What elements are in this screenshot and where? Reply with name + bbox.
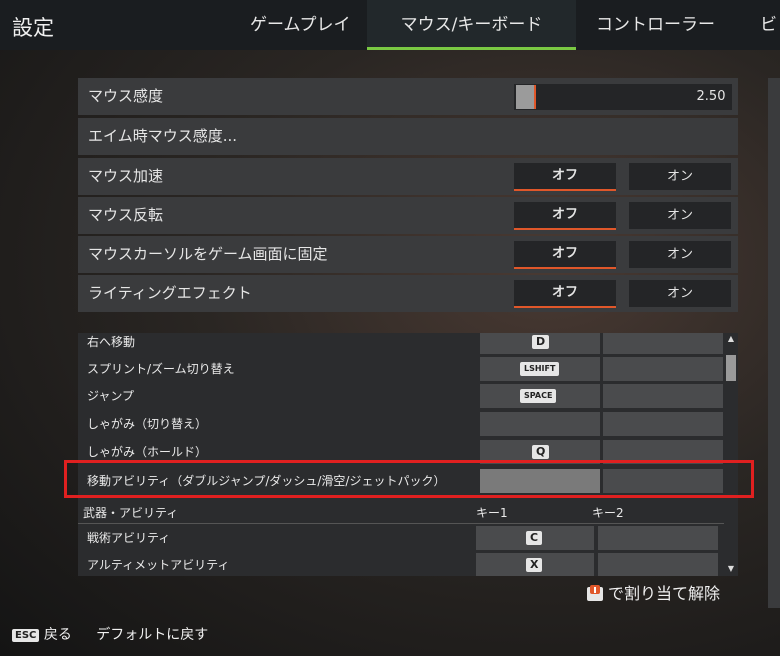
mouse-acceleration-on-button[interactable]: オン <box>629 163 731 190</box>
unbind-hint-text: で割り当て解除 <box>608 584 721 603</box>
keybind-row: アルティメットアビリティ X <box>78 552 724 576</box>
slider-handle[interactable] <box>516 85 536 109</box>
keybind-label: ジャンプ <box>87 389 135 403</box>
keybind-row: しゃがみ（切り替え） <box>78 411 724 437</box>
right-panel-edge <box>768 78 780 608</box>
keybind-key1-cell[interactable]: C <box>476 526 594 550</box>
top-bar: 設定 ゲームプレイ マウス/キーボード コントローラー ビ <box>0 0 780 50</box>
mouse-acceleration-row: マウス加速 オフ オン <box>78 158 738 195</box>
keybind-key2-cell[interactable] <box>603 333 723 354</box>
mouse-button-icon <box>587 585 603 601</box>
keybind-row: 戦術アビリティ C <box>78 525 724 551</box>
cursor-lock-label: マウスカーソルをゲーム画面に固定 <box>88 245 328 263</box>
keybind-key1-cell[interactable]: LSHIFT <box>480 357 600 381</box>
tab-video-partial[interactable]: ビ <box>760 0 777 50</box>
reset-defaults-button[interactable]: デフォルトに戻す <box>96 627 208 643</box>
cursor-lock-on-button[interactable]: オン <box>629 241 731 268</box>
mouse-invert-label: マウス反転 <box>88 206 164 224</box>
footer: ESC 戻る デフォルトに戻す <box>12 624 208 644</box>
keybind-row: ジャンプ SPACE <box>78 383 724 409</box>
key-cap: X <box>526 558 543 572</box>
key1-column-header: キー1 <box>476 506 508 520</box>
back-button[interactable]: 戻る <box>44 627 72 643</box>
mouse-sensitivity-label: マウス感度 <box>88 87 164 105</box>
keybind-row: スプリント/ズーム切り替え LSHIFT <box>78 356 724 382</box>
keybind-key2-cell[interactable] <box>603 412 723 436</box>
key-cap: C <box>526 531 543 545</box>
keybind-label: 右へ移動 <box>87 335 136 349</box>
ads-sensitivity-label: エイム時マウス感度... <box>88 127 238 145</box>
mouse-invert-row: マウス反転 オフ オン <box>78 197 738 234</box>
highlight-box <box>64 460 754 498</box>
keybind-key1-cell[interactable]: D <box>480 333 600 354</box>
keybind-key1-cell[interactable]: X <box>476 553 594 576</box>
lighting-effects-off-button[interactable]: オフ <box>514 280 616 308</box>
mouse-acceleration-label: マウス加速 <box>88 167 164 185</box>
keybind-key2-cell[interactable] <box>598 526 718 550</box>
mouse-acceleration-off-button[interactable]: オフ <box>514 163 616 191</box>
scroll-up-arrow-icon[interactable]: ▲ <box>726 334 736 344</box>
tab-mouse-keyboard[interactable]: マウス/キーボード <box>367 0 576 50</box>
keybind-label: アルティメットアビリティ <box>87 558 230 572</box>
scrollbar-thumb[interactable] <box>726 355 736 381</box>
page-title: 設定 <box>12 16 54 40</box>
keybind-section-header: 武器・アビリティ キー1 キー2 <box>78 503 724 524</box>
scroll-down-arrow-icon[interactable]: ▼ <box>726 564 736 574</box>
keybind-key1-cell[interactable]: SPACE <box>480 384 600 408</box>
cursor-lock-row: マウスカーソルをゲーム画面に固定 オフ オン <box>78 236 738 273</box>
mouse-invert-off-button[interactable]: オフ <box>514 202 616 230</box>
key-cap: SPACE <box>520 389 557 403</box>
keybind-key1-cell[interactable] <box>480 412 600 436</box>
keybind-label: しゃがみ（切り替え） <box>87 417 208 431</box>
keybind-key2-cell[interactable] <box>603 384 723 408</box>
key-cap: D <box>532 335 550 349</box>
section-title: 武器・アビリティ <box>83 506 179 520</box>
keybind-key2-cell[interactable] <box>603 357 723 381</box>
keybind-key2-cell[interactable] <box>598 553 718 576</box>
unbind-hint: で割り当て解除 <box>586 580 720 604</box>
lighting-effects-label: ライティングエフェクト <box>88 284 252 302</box>
tab-gameplay[interactable]: ゲームプレイ <box>250 0 350 50</box>
lighting-effects-on-button[interactable]: オン <box>629 280 731 307</box>
keybind-row: 右へ移動 D <box>78 333 724 355</box>
cursor-lock-off-button[interactable]: オフ <box>514 241 616 269</box>
key-cap: Q <box>532 445 550 459</box>
keybind-label: 戦術アビリティ <box>87 531 171 545</box>
tab-controller[interactable]: コントローラー <box>596 0 715 50</box>
keybind-label: スプリント/ズーム切り替え <box>87 362 235 376</box>
keybind-scrollbar[interactable]: ▲ ▼ <box>724 333 738 576</box>
lighting-effects-row: ライティングエフェクト オフ オン <box>78 275 738 312</box>
mouse-sensitivity-value[interactable]: 2.50 <box>690 84 732 110</box>
mouse-invert-on-button[interactable]: オン <box>629 202 731 229</box>
ads-sensitivity-row[interactable]: エイム時マウス感度... <box>78 118 738 155</box>
mouse-sensitivity-row: マウス感度 2.50 <box>78 78 738 115</box>
mouse-sensitivity-slider[interactable] <box>514 84 694 110</box>
esc-key-icon: ESC <box>12 629 40 642</box>
keybind-list[interactable]: 右へ移動 D スプリント/ズーム切り替え LSHIFT ジャンプ SPACE し… <box>78 333 738 576</box>
key-cap: LSHIFT <box>520 362 560 376</box>
key2-column-header: キー2 <box>592 506 624 520</box>
